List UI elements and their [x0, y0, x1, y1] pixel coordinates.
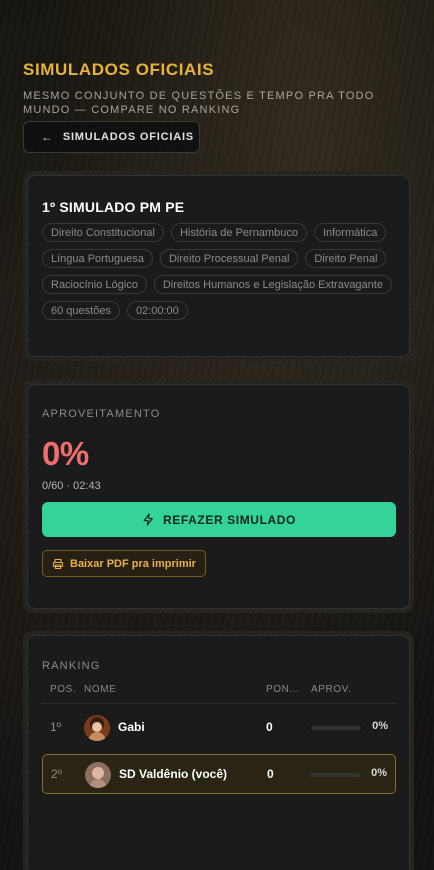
tag-subject: Língua Portuguesa	[42, 249, 153, 268]
column-name: NOME	[84, 684, 117, 695]
page-title: SIMULADOS OFICIAIS	[23, 60, 215, 79]
tag-subject: Direito Penal	[305, 249, 387, 268]
row-name: SD Valdênio (você)	[119, 767, 228, 781]
result-card-body: APROVEITAMENTO 0% 0/60 · 02:43 REFAZER S…	[27, 384, 410, 609]
tag-duration: 02:00:00	[126, 301, 188, 320]
page-subtitle: MESMO CONJUNTO DE QUESTÕES E TEMPO PRA T…	[23, 90, 375, 116]
back-button[interactable]: ← SIMULADOS OFICIAIS	[23, 121, 200, 153]
column-approval: APROV.	[311, 684, 352, 695]
exam-card: 1º SIMULADO PM PE Direito Constitucional…	[23, 171, 414, 361]
back-button-label: SIMULADOS OFICIAIS	[62, 131, 194, 143]
redo-exam-label: REFAZER SIMULADO	[163, 512, 296, 527]
row-position: 2º	[51, 767, 63, 781]
tag-subject: Raciocínio Lógico	[42, 275, 147, 294]
ranking-card-body: RANKING POS. NOME PON... APROV. 1º Gabi …	[27, 635, 410, 870]
result-meta: 0/60 · 02:43	[42, 480, 101, 492]
tag-subject: Informática	[313, 223, 387, 242]
table-row[interactable]: 1º Gabi 0 0%	[42, 708, 396, 748]
download-pdf-label: Baixar PDF pra imprimir	[70, 557, 196, 570]
tag-subject: Direito Constitucional	[42, 223, 164, 242]
ranking-card: RANKING POS. NOME PON... APROV. 1º Gabi …	[23, 631, 414, 870]
row-position: 1º	[50, 720, 62, 734]
download-pdf-button[interactable]: Baixar PDF pra imprimir	[42, 550, 206, 577]
tag-subject: Direitos Humanos e Legislação Extravagan…	[153, 275, 392, 294]
table-row-current-user[interactable]: 2º SD Valdênio (você) 0 0%	[42, 754, 396, 794]
redo-exam-button[interactable]: REFAZER SIMULADO	[42, 502, 396, 537]
lightning-icon	[143, 513, 153, 526]
row-points: 0	[267, 767, 274, 781]
approval-bar	[310, 773, 360, 777]
tag-subject: História de Pernambuco	[170, 223, 307, 242]
result-percent: 0%	[42, 435, 89, 472]
ranking-label: RANKING	[42, 660, 101, 672]
arrow-left-icon: ←	[41, 130, 54, 144]
tag-subject: Direito Processual Penal	[159, 249, 299, 268]
avatar	[84, 715, 110, 741]
column-points: PON...	[266, 684, 300, 695]
result-label: APROVEITAMENTO	[42, 408, 161, 420]
row-name: Gabi	[118, 720, 145, 734]
exam-card-body: 1º SIMULADO PM PE Direito Constitucional…	[27, 175, 410, 357]
printer-icon	[52, 558, 64, 569]
approval-bar	[311, 726, 361, 730]
row-approval: 0%	[372, 720, 388, 732]
exam-tags: Direito Constitucional História de Perna…	[42, 223, 397, 320]
result-card: APROVEITAMENTO 0% 0/60 · 02:43 REFAZER S…	[23, 380, 414, 613]
column-pos: POS.	[50, 684, 77, 695]
page: SIMULADOS OFICIAIS MESMO CONJUNTO DE QUE…	[0, 0, 434, 870]
ranking-table-header: POS. NOME PON... APROV.	[42, 684, 396, 704]
exam-title: 1º SIMULADO PM PE	[42, 199, 185, 215]
tag-question-count: 60 questões	[42, 301, 120, 320]
avatar	[85, 762, 111, 788]
row-approval: 0%	[371, 767, 387, 779]
row-points: 0	[266, 720, 273, 734]
page-header: SIMULADOS OFICIAIS MESMO CONJUNTO DE QUE…	[23, 60, 413, 117]
